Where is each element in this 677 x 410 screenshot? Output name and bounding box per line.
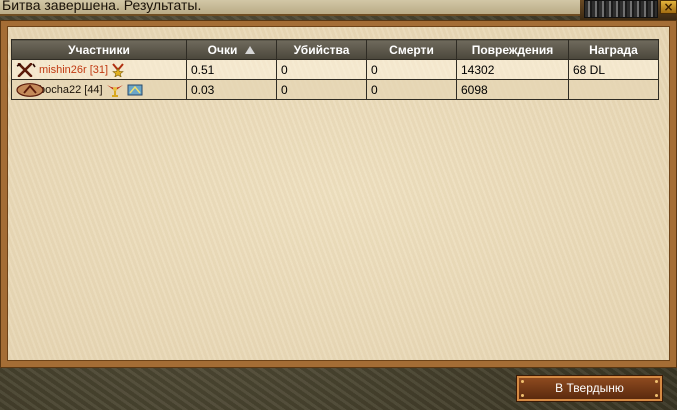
player-name[interactable]: mishin26r [31] (39, 64, 108, 76)
table-row: bocha22 [44] 0.03 0 0 6098 (11, 79, 659, 100)
damage-cell: 6098 (456, 79, 569, 100)
eagle-icon (106, 83, 124, 97)
player-name[interactable]: bocha22 [44] (39, 84, 103, 96)
kills-cell: 0 (276, 79, 367, 100)
title-bar: Битва завершена. Результаты. (0, 0, 580, 16)
window-title: Битва завершена. Результаты. (2, 0, 202, 13)
close-button[interactable]: × (660, 0, 677, 14)
col-damage[interactable]: Повреждения (456, 39, 569, 60)
flag-icon (127, 83, 143, 97)
table-row: mishin26r [31] 0.51 0 0 14302 68 DL (11, 59, 659, 80)
damage-cell: 14302 (456, 59, 569, 80)
sort-ascending-icon (245, 46, 256, 55)
clan-emblem-icon (584, 0, 658, 18)
col-points[interactable]: Очки (186, 39, 277, 60)
medal-icon (111, 62, 125, 78)
cross-swords-icon (16, 62, 36, 77)
col-reward[interactable]: Награда (568, 39, 659, 60)
table-header-row: Участники Очки Убийства Смерти Поврежден… (11, 39, 659, 60)
reward-cell (568, 79, 659, 100)
reward-cell: 68 DL (568, 59, 659, 80)
deaths-cell: 0 (366, 59, 457, 80)
points-cell: 0.51 (186, 59, 277, 80)
close-icon: × (663, 0, 674, 14)
return-to-stronghold-button[interactable]: В Твердыню (516, 375, 663, 402)
return-button-label: В Твердыню (555, 381, 624, 395)
results-table: Участники Очки Убийства Смерти Поврежден… (11, 39, 659, 100)
triangle-emblem-icon (16, 82, 44, 97)
col-deaths[interactable]: Смерти (366, 39, 457, 60)
col-participants[interactable]: Участники (11, 39, 187, 60)
col-kills[interactable]: Убийства (276, 39, 367, 60)
deaths-cell: 0 (366, 79, 457, 100)
results-panel: Участники Очки Убийства Смерти Поврежден… (0, 20, 677, 368)
points-cell: 0.03 (186, 79, 277, 100)
kills-cell: 0 (276, 59, 367, 80)
